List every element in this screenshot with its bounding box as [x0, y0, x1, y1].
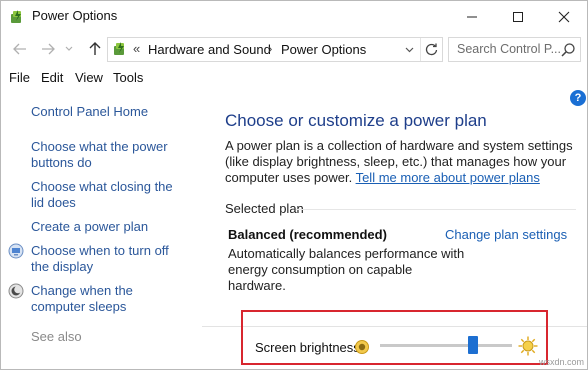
menu-file[interactable]: File: [9, 70, 30, 85]
divider: [296, 209, 576, 210]
maximize-icon: [513, 11, 523, 22]
forward-arrow-icon: [42, 43, 55, 55]
maximize-button[interactable]: [495, 1, 541, 32]
learn-more-link[interactable]: Tell me more about power plans: [356, 170, 540, 185]
power-options-icon: [11, 10, 21, 23]
breadcrumb-hardware-and-sound[interactable]: Hardware and Sound: [148, 42, 271, 57]
help-icon[interactable]: ?: [570, 90, 586, 106]
back-arrow-icon: [13, 43, 26, 55]
search-input[interactable]: Search Control P...: [448, 37, 581, 62]
watermark: wsxdn.com: [539, 357, 585, 367]
menu-view[interactable]: View: [75, 70, 103, 85]
sidebar-item-computer-sleeps[interactable]: Change when the computer sleeps: [31, 283, 186, 315]
highlight-box: [241, 310, 548, 365]
close-button[interactable]: [541, 1, 587, 32]
close-icon: [558, 11, 570, 22]
left-navigation-pane: Control Panel Home Choose what the power…: [1, 87, 202, 369]
refresh-button[interactable]: [420, 38, 441, 61]
search-placeholder: Search Control P...: [457, 42, 561, 56]
menu-bar: File Edit View Tools: [1, 67, 587, 87]
plan-name: Balanced (recommended): [228, 227, 387, 242]
search-icon[interactable]: [560, 42, 576, 58]
selected-plan-heading: Selected plan: [225, 201, 304, 216]
plan-description: Automatically balances performance with …: [228, 246, 465, 293]
page-title: Choose or customize a power plan: [225, 111, 487, 130]
display-icon: [8, 243, 24, 259]
chevron-down-icon: [405, 47, 413, 52]
see-also-heading: See also: [31, 329, 82, 344]
up-arrow-icon: [89, 42, 101, 55]
sidebar-item-create-power-plan[interactable]: Create a power plan: [31, 219, 201, 235]
sidebar-item-turn-off-display[interactable]: Choose when to turn off the display: [31, 243, 186, 275]
forward-button[interactable]: [37, 39, 59, 59]
menu-edit[interactable]: Edit: [41, 70, 63, 85]
sidebar-item-closing-lid[interactable]: Choose what closing the lid does: [31, 179, 181, 211]
breadcrumb-separator[interactable]: ›: [268, 41, 272, 56]
power-options-icon: [114, 42, 124, 55]
back-button[interactable]: [9, 39, 31, 59]
title-bar: Power Options: [1, 1, 587, 32]
sidebar-item-power-buttons[interactable]: Choose what the power buttons do: [31, 139, 171, 171]
navigation-bar: « Hardware and Sound › Power Options Sea…: [1, 32, 587, 66]
minimize-icon: [467, 16, 477, 17]
up-button[interactable]: [84, 39, 106, 59]
address-dropdown-button[interactable]: [400, 38, 418, 61]
plan-intro-text: A power plan is a collection of hardware…: [225, 138, 575, 186]
moon-icon: [8, 283, 24, 299]
window-title: Power Options: [32, 8, 118, 23]
power-options-window: Power Options « Hardware and Sound › Pow…: [0, 0, 588, 370]
breadcrumb-overflow[interactable]: «: [133, 41, 140, 56]
minimize-button[interactable]: [449, 1, 495, 32]
breadcrumb-power-options[interactable]: Power Options: [281, 42, 366, 57]
chevron-down-icon: [65, 46, 73, 51]
menu-tools[interactable]: Tools: [113, 70, 143, 85]
recent-locations-button[interactable]: [61, 39, 77, 59]
sidebar-item-control-panel-home[interactable]: Control Panel Home: [31, 104, 201, 120]
refresh-icon: [425, 43, 437, 56]
change-plan-settings-link[interactable]: Change plan settings: [445, 227, 567, 242]
address-bar[interactable]: « Hardware and Sound › Power Options: [107, 37, 443, 62]
